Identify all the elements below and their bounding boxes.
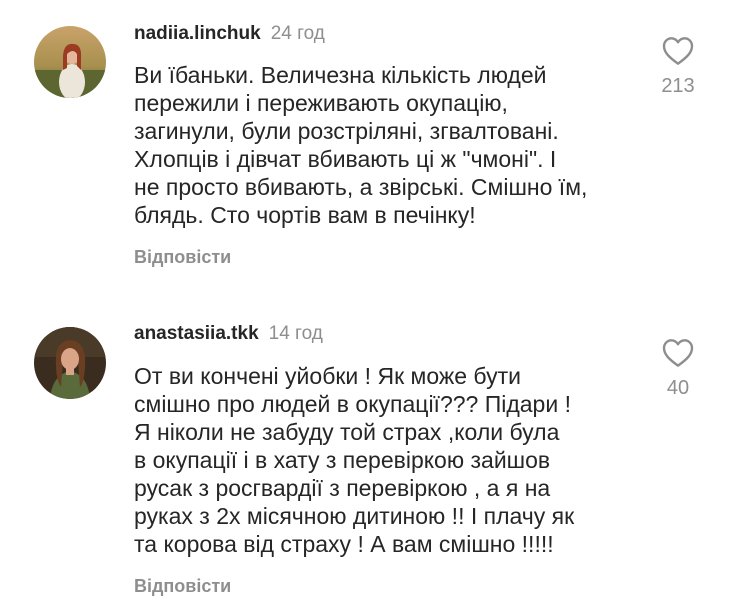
heart-outline-icon xyxy=(662,37,694,65)
username[interactable]: nadiia.linchuk xyxy=(134,23,261,44)
avatar[interactable] xyxy=(34,327,106,399)
comment-meta: anastasiia.tkk 14 год xyxy=(134,323,323,345)
reply-button[interactable]: Відповісти xyxy=(134,576,231,597)
avatar[interactable] xyxy=(34,26,106,98)
like-count: 213 xyxy=(661,75,695,97)
like-button[interactable]: 40 xyxy=(658,338,698,400)
timestamp: 14 год xyxy=(268,323,323,344)
comment-text: Ви їбаньки. Величезна кількість людей пе… xyxy=(134,62,588,228)
timestamp: 24 год xyxy=(270,23,325,44)
comment-meta: nadiia.linchuk 24 год xyxy=(134,23,325,45)
heart-outline-icon xyxy=(662,339,694,367)
username[interactable]: anastasiia.tkk xyxy=(134,323,259,344)
like-button[interactable]: 213 xyxy=(658,36,698,98)
like-count: 40 xyxy=(666,377,690,399)
comment-text: От ви кончені уйобки ! Як може бути сміш… xyxy=(134,363,575,557)
reply-button[interactable]: Відповісти xyxy=(134,247,231,268)
